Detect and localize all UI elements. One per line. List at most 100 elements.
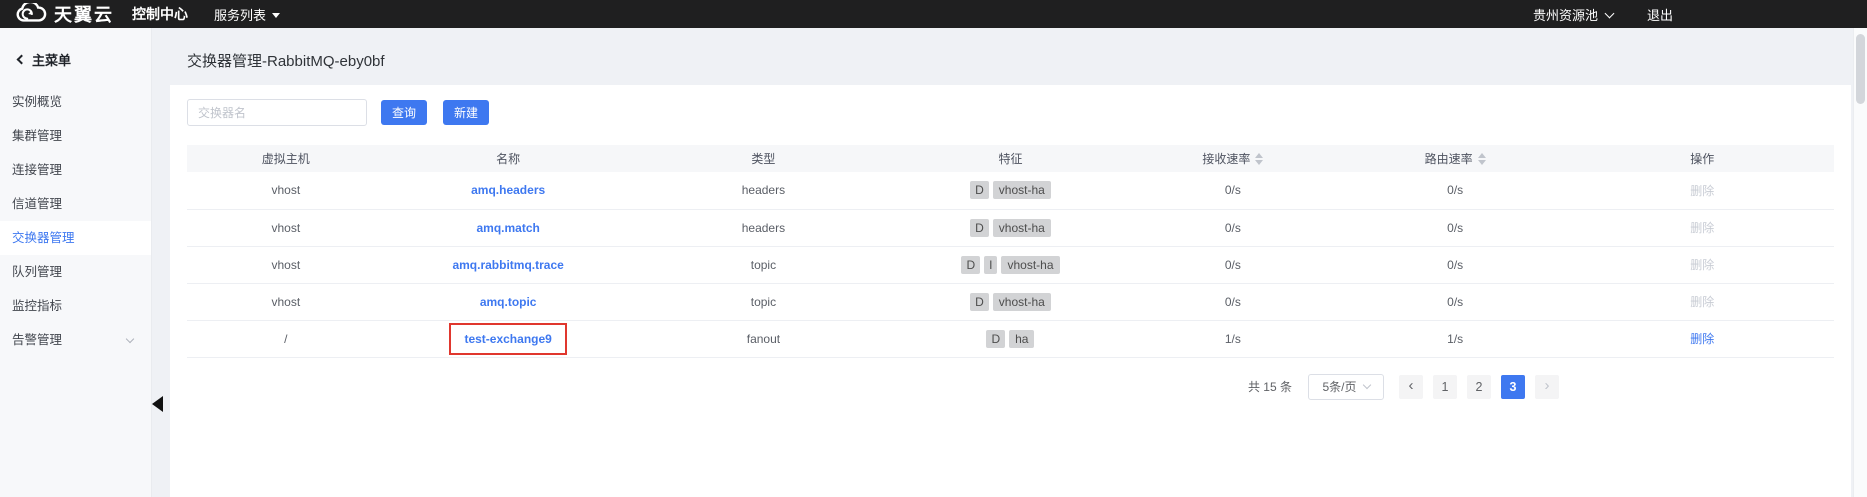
col-features: 特征 [895,145,1126,172]
table-row: vhost amq.headers headers Dvhost-ha 0/s … [187,172,1834,209]
delete-action[interactable]: 删除 [1690,332,1714,346]
col-action: 操作 [1570,145,1834,172]
sort-icon[interactable] [1255,153,1263,165]
topbar: 天翼云 控制中心 服务列表 贵州资源池 退出 [0,0,1867,28]
prev-page-button[interactable]: ‹ [1399,375,1423,399]
cell-name: amq.match [385,209,632,246]
console-center-link[interactable]: 控制中心 [132,4,188,24]
next-page-button[interactable]: › [1535,375,1559,399]
delete-action: 删除 [1690,258,1714,272]
cell-receive-rate: 0/s [1126,172,1340,209]
page-button-3[interactable]: 3 [1501,375,1525,399]
cell-features: DIvhost-ha [895,246,1126,283]
page-title: 交换器管理-RabbitMQ-eby0bf [187,50,385,71]
cell-features: Dvhost-ha [895,209,1126,246]
chevron-down-icon [1605,8,1615,18]
chevron-down-icon [126,335,134,343]
cell-route-rate: 0/s [1340,172,1571,209]
sidebar-item-monitor-metrics[interactable]: 监控指标 [0,289,151,323]
cell-receive-rate: 1/s [1126,320,1340,357]
scrollbar-thumb[interactable] [1856,34,1865,104]
cell-route-rate: 0/s [1340,283,1571,320]
cell-action: 删除 [1570,246,1834,283]
sidebar-item-queue-mgmt[interactable]: 队列管理 [0,255,151,289]
sort-icon[interactable] [1478,153,1486,165]
brand-logo: 天翼云 [10,1,114,27]
table-row: vhost amq.rabbitmq.trace topic DIvhost-h… [187,246,1834,283]
cell-receive-rate: 0/s [1126,283,1340,320]
cell-route-rate: 1/s [1340,320,1571,357]
feature-badge: D [986,330,1005,348]
col-receive-rate[interactable]: 接收速率 [1126,145,1340,172]
sidebar-collapse-handle[interactable] [152,396,163,412]
exchange-table: 虚拟主机 名称 类型 特征 接收速率 路由速率 操作 vhost amq.hea… [187,145,1834,358]
cell-vhost: vhost [187,246,385,283]
col-type: 类型 [632,145,896,172]
cell-features: Dvhost-ha [895,172,1126,209]
sidebar-item-channel-mgmt[interactable]: 信道管理 [0,187,151,221]
create-button[interactable]: 新建 [443,100,489,125]
cell-name: test-exchange9 [385,320,632,357]
delete-action: 删除 [1690,184,1714,198]
cell-name: amq.headers [385,172,632,209]
cell-vhost: vhost [187,172,385,209]
cell-features: Dvhost-ha [895,283,1126,320]
page-size-value: 5条/页 [1322,378,1356,395]
col-name: 名称 [385,145,632,172]
exchange-name-link[interactable]: amq.rabbitmq.trace [452,258,563,272]
sidebar: 主菜单 实例概览 集群管理 连接管理 信道管理 交换器管理 队列管理 监控指标 … [0,28,152,497]
cell-route-rate: 0/s [1340,246,1571,283]
page-button-1[interactable]: 1 [1433,375,1457,399]
toolbar: 查询 新建 [187,99,1834,126]
feature-badge: vhost-ha [993,293,1051,311]
cell-type: topic [632,246,896,283]
feature-badge: vhost-ha [993,219,1051,237]
table-row: vhost amq.topic topic Dvhost-ha 0/s 0/s … [187,283,1834,320]
cell-name: amq.topic [385,283,632,320]
cell-features: Dha [895,320,1126,357]
sidebar-item-cluster-mgmt[interactable]: 集群管理 [0,119,151,153]
col-route-rate[interactable]: 路由速率 [1340,145,1571,172]
delete-action: 删除 [1690,221,1714,235]
scrollbar-track[interactable] [1853,28,1867,497]
cell-vhost: / [187,320,385,357]
cell-type: headers [632,172,896,209]
table-row: vhost amq.match headers Dvhost-ha 0/s 0/… [187,209,1834,246]
search-input[interactable] [187,99,367,126]
table-row: / test-exchange9 fanout Dha 1/s 1/s 删除 [187,320,1834,357]
sidebar-back[interactable]: 主菜单 [0,28,151,85]
chevron-down-icon [1362,381,1370,389]
page-button-2[interactable]: 2 [1467,375,1491,399]
cell-type: topic [632,283,896,320]
cell-type: headers [632,209,896,246]
logout-button[interactable]: 退出 [1647,5,1673,24]
caret-down-icon [272,13,280,18]
cell-action: 删除 [1570,320,1834,357]
cell-receive-rate: 0/s [1126,246,1340,283]
sidebar-item-exchange-mgmt[interactable]: 交换器管理 [0,221,151,255]
cell-vhost: vhost [187,209,385,246]
region-selector[interactable]: 贵州资源池 [1533,5,1613,24]
delete-action: 删除 [1690,295,1714,309]
cell-action: 删除 [1570,209,1834,246]
sidebar-item-connection-mgmt[interactable]: 连接管理 [0,153,151,187]
page-size-select[interactable]: 5条/页 [1308,374,1384,400]
services-menu-label: 服务列表 [214,5,266,24]
feature-badge: D [970,219,989,237]
feature-badge: D [970,181,989,199]
exchange-name-link[interactable]: amq.topic [480,295,537,309]
exchange-name-link[interactable]: test-exchange9 [464,332,551,346]
cell-vhost: vhost [187,283,385,320]
cell-route-rate: 0/s [1340,209,1571,246]
sidebar-menu-title: 主菜单 [32,50,71,69]
table-header-row: 虚拟主机 名称 类型 特征 接收速率 路由速率 操作 [187,145,1834,172]
cloud-logo-icon [10,3,50,25]
sidebar-item-instance-overview[interactable]: 实例概览 [0,85,151,119]
query-button[interactable]: 查询 [381,100,427,125]
feature-badge: ha [1009,330,1034,348]
services-menu[interactable]: 服务列表 [214,5,280,24]
exchange-name-link[interactable]: amq.match [476,221,539,235]
brand-name: 天翼云 [54,1,114,27]
exchange-name-link[interactable]: amq.headers [471,183,545,197]
sidebar-item-alarm-mgmt[interactable]: 告警管理 [0,323,151,357]
